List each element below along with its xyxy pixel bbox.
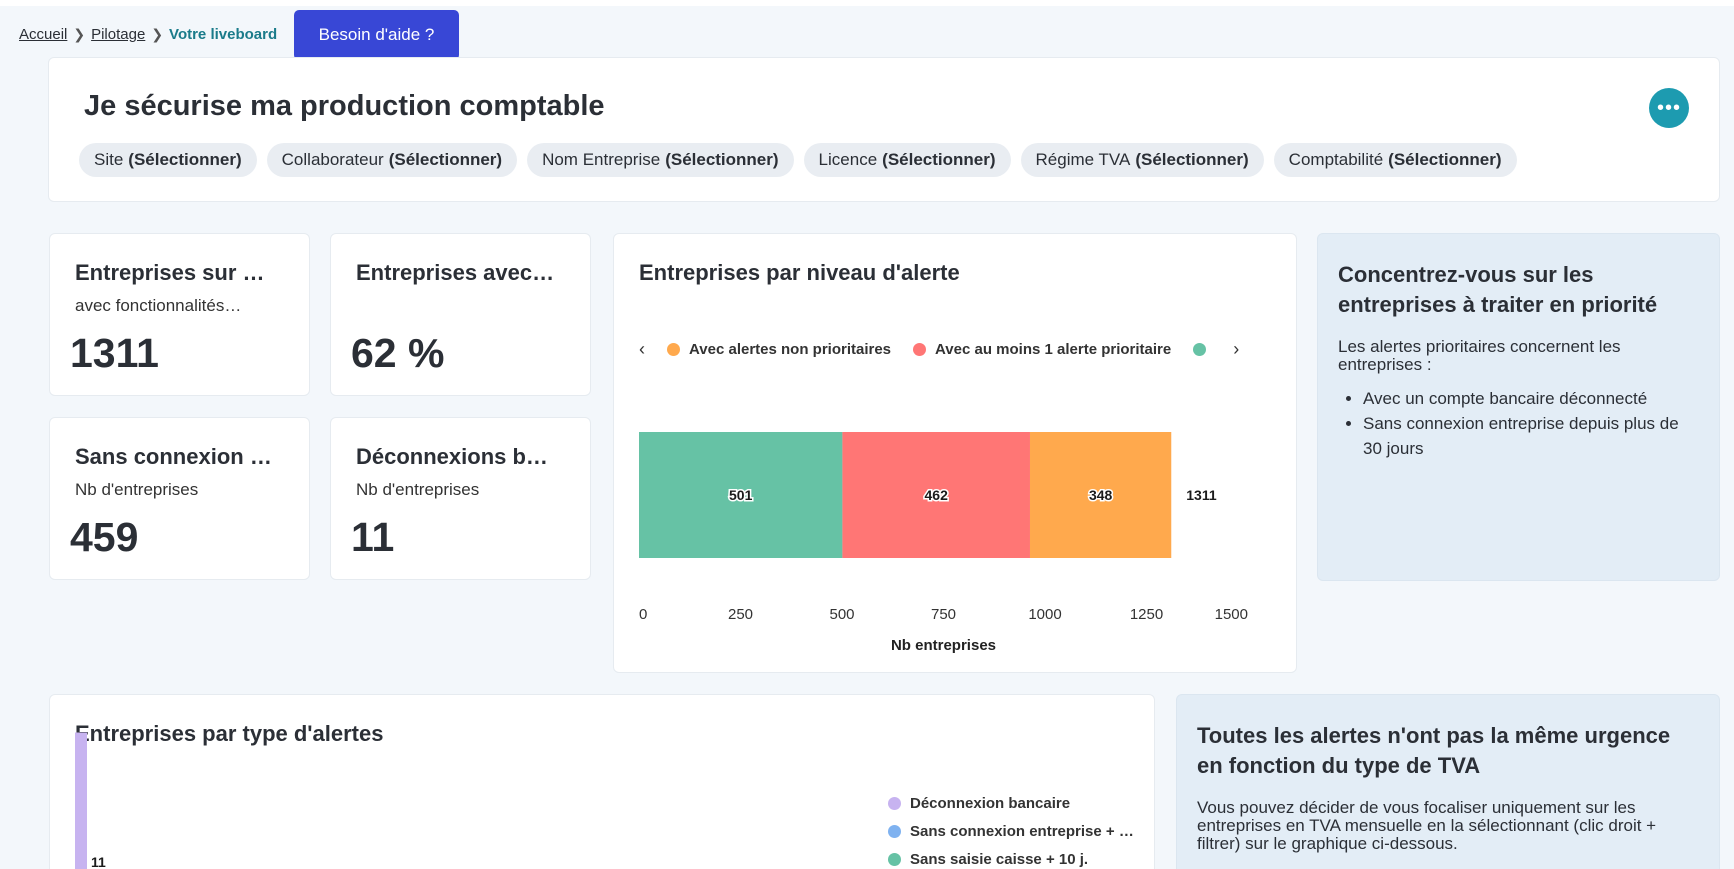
info-title: Toutes les alertes n'ont pas la même urg… [1197, 723, 1671, 778]
bar-data-label: 11 [91, 854, 106, 869]
breadcrumb: Accueil ❯ Pilotage ❯ Votre liveboard [19, 26, 277, 43]
kpi-title: Entreprises sur … [75, 260, 265, 285]
chart-legend: Déconnexion bancaire Sans connexion entr… [888, 795, 1134, 869]
filter-chip-nom-entreprise[interactable]: Nom Entreprise (Sélectionner) [527, 143, 794, 177]
help-button[interactable]: Besoin d'aide ? [294, 10, 459, 60]
breadcrumb-link-pilotage[interactable]: Pilotage [91, 26, 145, 43]
legend-label: Sans connexion entreprise + … [910, 823, 1134, 840]
kpi-card[interactable]: Sans connexion … Nb d'entreprises 459 [49, 417, 310, 580]
priority-info-panel: Concentrez-vous sur les entreprises à tr… [1317, 233, 1720, 581]
filter-label: Comptabilité [1288, 150, 1384, 169]
bar-data-label: 501 [729, 487, 753, 503]
alert-level-chart-card: Entreprises par niveau d'alerte ‹ Avec a… [613, 233, 1297, 673]
chart-bar[interactable] [75, 732, 87, 869]
legend-dot [888, 825, 901, 838]
filter-label: Collaborateur [281, 150, 384, 169]
legend-item[interactable]: Déconnexion bancaire [888, 795, 1134, 812]
filter-value: (Sélectionner) [1135, 150, 1249, 169]
x-tick-label: 1000 [1028, 606, 1061, 623]
kpi-subtitle: avec fonctionnalités… [75, 296, 242, 315]
kpi-subtitle: Nb d'entreprises [356, 480, 480, 499]
legend-item[interactable]: Sans connexion entreprise + … [888, 823, 1134, 840]
tva-info-panel: Toutes les alertes n'ont pas la même urg… [1176, 694, 1720, 869]
filter-chip-collaborateur[interactable]: Collaborateur (Sélectionner) [266, 143, 518, 177]
legend-label: Déconnexion bancaire [910, 795, 1071, 812]
legend-item[interactable]: Sans saisie caisse + 10 j. [888, 851, 1134, 868]
filter-value: (Sélectionner) [1388, 150, 1502, 169]
info-list-item: Sans connexion entreprise depuis plus de… [1363, 411, 1699, 461]
alert-type-chart-card: Entreprises par type d'alertes 11 Déconn… [49, 694, 1155, 869]
filter-value: (Sélectionner) [128, 150, 242, 169]
kpi-value: 62 % [351, 330, 445, 376]
legend-dot [888, 797, 901, 810]
info-text: Vous pouvez décider de vous focaliser un… [1197, 798, 1657, 853]
bar-total-label: 1311 [1186, 487, 1217, 503]
alert-type-chart[interactable]: 11 [50, 695, 350, 869]
filter-label: Licence [818, 150, 878, 169]
info-list: Avec un compte bancaire déconnecté Sans … [1363, 386, 1699, 461]
x-tick-label: 250 [728, 606, 753, 623]
alert-level-chart[interactable]: 501 462 348 1311 0 250 500 750 1000 1250 1500 Nb en… [614, 234, 1298, 674]
x-tick-label: 0 [639, 606, 647, 623]
x-tick-label: 1250 [1130, 606, 1163, 623]
liveboard-header: Je sécurise ma production comptable ••• … [48, 57, 1720, 202]
kpi-card[interactable]: Entreprises avec… 62 % [330, 233, 591, 396]
kpi-value: 1311 [70, 330, 159, 376]
kpi-card[interactable]: Déconnexions b… Nb d'entreprises 11 [330, 417, 591, 580]
filter-value: (Sélectionner) [882, 150, 996, 169]
breadcrumb-link-accueil[interactable]: Accueil [19, 26, 67, 43]
kpi-subtitle: Nb d'entreprises [75, 480, 199, 499]
ellipsis-icon[interactable]: ••• [1649, 88, 1689, 128]
info-list-item: Avec un compte bancaire déconnecté [1363, 386, 1699, 411]
x-tick-label: 500 [829, 606, 854, 623]
filter-value: (Sélectionner) [665, 150, 779, 169]
breadcrumb-current: Votre liveboard [169, 26, 278, 43]
kpi-title: Déconnexions b… [356, 444, 548, 469]
kpi-card[interactable]: Entreprises sur … avec fonctionnalités… … [49, 233, 310, 396]
top-strip [0, 0, 1734, 6]
filter-chip-site[interactable]: Site (Sélectionner) [79, 143, 257, 177]
x-tick-label: 1500 [1215, 606, 1248, 623]
filter-value: (Sélectionner) [388, 150, 503, 169]
filter-label: Régime TVA [1035, 150, 1131, 169]
kpi-title: Entreprises avec… [356, 260, 555, 285]
filter-chip-licence[interactable]: Licence (Sélectionner) [803, 143, 1011, 177]
chevron-right-icon: ❯ [73, 26, 86, 42]
x-axis-label: Nb entreprises [891, 637, 996, 654]
filter-chip-comptabilite[interactable]: Comptabilité (Sélectionner) [1273, 143, 1517, 177]
kpi-value: 11 [351, 514, 395, 560]
filter-label: Nom Entreprise [542, 150, 661, 169]
filter-chip-regime-tva[interactable]: Régime TVA (Sélectionner) [1020, 143, 1264, 177]
bar-data-label: 348 [1089, 487, 1113, 503]
legend-label: Sans saisie caisse + 10 j. [910, 851, 1089, 868]
filter-label: Site [94, 150, 124, 169]
kpi-title: Sans connexion … [75, 444, 272, 469]
filter-bar: Site (Sélectionner) Collaborateur (Sélecti… [79, 143, 1517, 177]
page-title: Je sécurise ma production comptable [84, 90, 605, 122]
x-tick-label: 750 [931, 606, 956, 623]
info-text: Les alertes prioritaires concernent les … [1338, 337, 1621, 374]
info-title: Concentrez-vous sur les entreprises à tr… [1338, 262, 1658, 317]
bar-data-label: 462 [925, 487, 949, 503]
kpi-value: 459 [70, 514, 139, 560]
chevron-right-icon: ❯ [151, 26, 164, 42]
legend-dot [888, 853, 901, 866]
